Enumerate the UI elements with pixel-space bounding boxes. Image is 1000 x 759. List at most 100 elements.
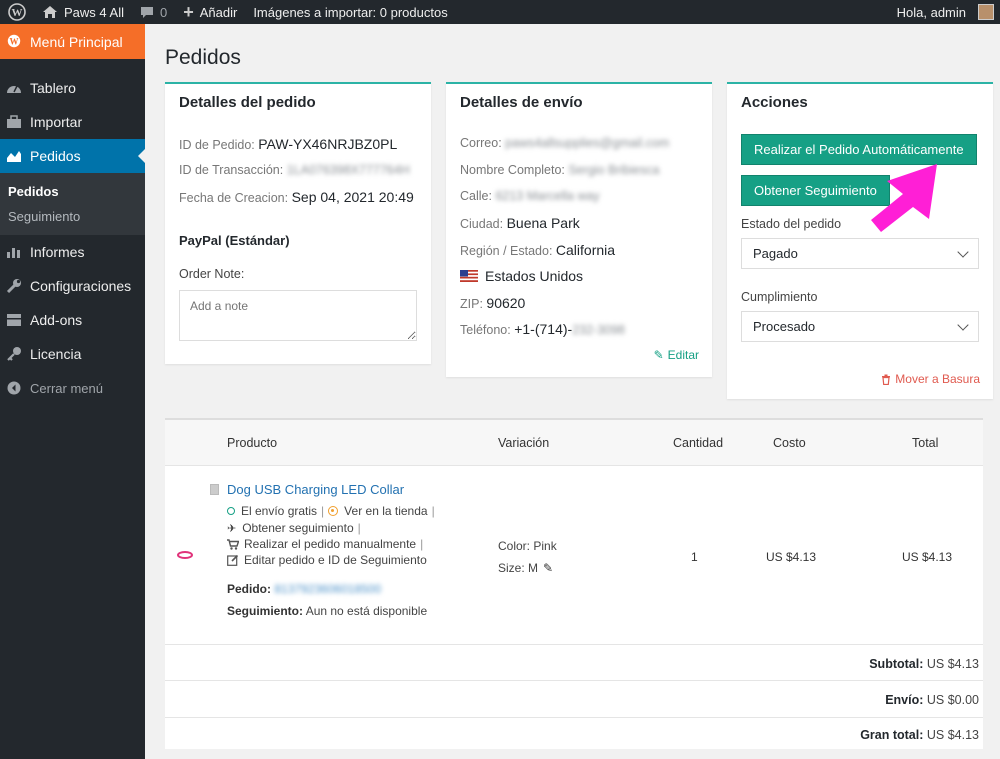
city-row: Ciudad: Buena Park [460, 215, 580, 231]
selected-value: Procesado [753, 319, 816, 334]
subtotal-row: Subtotal: US $4.13 [869, 657, 979, 671]
collapse-label: Cerrar menú [30, 380, 103, 396]
sidebar-item-main-menu[interactable]: W Menú Principal [0, 24, 145, 59]
transaction-row: ID de Transacción: 1LA076398X777764H [179, 163, 410, 177]
briefcase-icon [6, 114, 22, 130]
shipping-value: US $0.00 [926, 693, 979, 707]
sidebar-item-label: Pedidos [30, 148, 81, 164]
city: Buena Park [506, 215, 580, 231]
sidebar-item-tablero[interactable]: Tablero [0, 71, 145, 105]
sidebar-item-label: Informes [30, 244, 85, 260]
shipping-details-card: Detalles de envío Correo: paws4allsuppli… [446, 82, 712, 377]
get-tracking-label: Obtener seguimiento [242, 521, 354, 535]
grand-total-value: US $4.13 [926, 728, 979, 742]
header-variation: Variación [498, 436, 550, 450]
move-to-trash-link[interactable]: Mover a Basura [881, 372, 980, 386]
admin-bar: W Paws 4 All 0 + Añadir Imágenes a impor… [0, 0, 1000, 24]
order-number[interactable]: 8137923606018500 [274, 582, 381, 596]
get-tracking-link[interactable]: ✈ Obtener seguimiento | [227, 521, 365, 535]
divider: | [357, 521, 361, 535]
label: ZIP: [460, 297, 483, 311]
sidebar-item-add-ons[interactable]: Add-ons [0, 303, 145, 337]
view-store-link[interactable]: Ver en la tienda [328, 504, 428, 518]
sidebar-item-licencia[interactable]: Licencia [0, 337, 145, 371]
card-title: Detalles de envío [460, 94, 583, 111]
fulfillment-label: Cumplimiento [741, 290, 818, 304]
add-new-link[interactable]: + Añadir [175, 0, 245, 24]
key-icon [6, 346, 22, 362]
order-number-row: Pedido: 8137923606018500 [227, 582, 381, 596]
add-new-label: Añadir [199, 4, 238, 20]
comments-link[interactable]: 0 [132, 0, 175, 24]
label: Ciudad: [460, 217, 504, 231]
chevron-down-icon [957, 245, 969, 258]
sidebar-item-importar[interactable]: Importar [0, 105, 145, 139]
order-label: Pedido: [227, 582, 271, 596]
order-note-input[interactable] [179, 290, 417, 341]
svg-text:W: W [10, 37, 19, 47]
product-actions-row-1: El envío gratis | Ver en la tienda | [227, 504, 439, 518]
wordpress-logo-button[interactable]: W [0, 0, 34, 24]
total: US $4.13 [902, 550, 953, 564]
wrench-icon [6, 278, 22, 294]
submenu-item-seguimiento[interactable]: Seguimiento [0, 204, 145, 229]
transaction-id: 1LA076398X777764H [286, 163, 410, 177]
sidebar-item-pedidos[interactable]: Pedidos [0, 139, 145, 173]
submenu-item-pedidos[interactable]: Pedidos [0, 179, 145, 204]
date-row: Fecha de Creacion: Sep 04, 2021 20:49 [179, 189, 414, 205]
site-name-link[interactable]: Paws 4 All [34, 0, 132, 24]
tracking-row: Seguimiento: Aun no está disponible [227, 604, 427, 618]
name-row: Nombre Completo: Sergio Bribiesca [460, 163, 659, 177]
sidebar-item-label: Importar [30, 114, 83, 130]
label: Correo: [460, 136, 502, 150]
street: 6213 Marcella way [495, 189, 600, 203]
header-total: Total [912, 436, 939, 450]
edit-order-link[interactable]: Editar pedido e ID de Seguimiento [227, 553, 427, 567]
sidebar-item-informes[interactable]: Informes [0, 235, 145, 269]
svg-text:W: W [12, 7, 23, 19]
product-name-link[interactable]: Dog USB Charging LED Collar [227, 482, 404, 497]
fulfillment-select[interactable]: Procesado [741, 311, 979, 342]
circle-icon [227, 507, 235, 515]
pencil-icon[interactable]: ✎ [543, 561, 553, 575]
wordpress-icon: W [8, 3, 26, 21]
phone-hidden: 232-3098 [572, 323, 626, 337]
wordpress-icon: W [6, 33, 22, 49]
collapse-menu-button[interactable]: Cerrar menú [0, 371, 145, 405]
plane-icon: ✈ [227, 522, 237, 535]
phone-visible: +1-(714)- [514, 321, 573, 337]
label: Teléfono: [460, 323, 511, 337]
copy-icon[interactable] [210, 484, 219, 495]
label: ID de Transacción: [179, 163, 284, 177]
divider [165, 680, 983, 681]
order-status-select[interactable]: Pagado [741, 238, 979, 269]
header-cost: Costo [773, 436, 806, 450]
label: Calle: [460, 189, 492, 203]
home-icon [43, 6, 57, 18]
sidebar-item-configuraciones[interactable]: Configuraciones [0, 269, 145, 303]
label: Fecha de Creacion: [179, 191, 289, 205]
phone-row: Teléfono: +1-(714)-232-3098 [460, 321, 625, 337]
street-row: Calle: 6213 Marcella way [460, 189, 600, 203]
email: paws4allsupplies@gmail.com [505, 136, 670, 150]
header-quantity: Cantidad [673, 436, 724, 450]
actions-card: Acciones Realizar el Pedido Automáticame… [727, 82, 993, 399]
import-status: Imágenes a importar: 0 productos [253, 4, 448, 20]
user-account-menu[interactable]: Hola, admin [889, 0, 1000, 24]
grand-total-label: Gran total: [860, 728, 924, 742]
sidebar-item-label: Configuraciones [30, 278, 132, 294]
label: ID de Pedido: [179, 138, 255, 152]
sidebar-item-label: Licencia [30, 346, 82, 362]
manual-order-link[interactable]: Realizar el pedido manualmente | [227, 537, 427, 551]
subtotal-value: US $4.13 [926, 657, 979, 671]
chevron-down-icon [957, 318, 969, 331]
cart-icon [227, 538, 239, 550]
greeting: Hola, admin [896, 4, 966, 20]
edit-shipping-link[interactable]: ✎ Editar [654, 348, 699, 362]
edit-order-label: Editar pedido e ID de Seguimiento [244, 553, 427, 567]
page-title: Pedidos [165, 46, 241, 69]
tracking-label: Seguimiento: [227, 604, 304, 618]
import-status-link[interactable]: Imágenes a importar: 0 productos [245, 0, 455, 24]
auto-order-button[interactable]: Realizar el Pedido Automáticamente [741, 134, 977, 165]
sidebar-submenu: Pedidos Seguimiento [0, 173, 145, 235]
